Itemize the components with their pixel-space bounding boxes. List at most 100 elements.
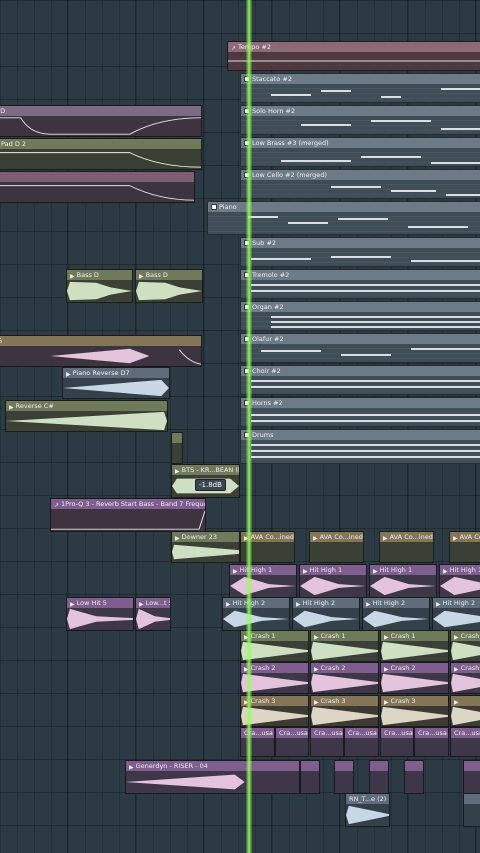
waveform bbox=[6, 411, 167, 431]
audio-clip-cra-usa[interactable]: Cra...usa bbox=[310, 727, 344, 757]
audio-clip-hit-high-1[interactable]: ▶ Hit High 1 bbox=[369, 564, 437, 598]
audio-icon: ▶ bbox=[139, 273, 144, 280]
automation-clip-15[interactable]: 15 bbox=[0, 335, 202, 367]
audio-clip[interactable] bbox=[300, 760, 320, 794]
pattern-clip-staccato[interactable]: Staccato #2 bbox=[240, 73, 480, 103]
audio-clip[interactable] bbox=[463, 760, 480, 794]
tempo-automation-clip[interactable]: ↗ Tempo #2 bbox=[227, 41, 480, 71]
clip-label: AVA Co...ined 1 bbox=[250, 533, 294, 541]
clip-label: Cra...usa bbox=[314, 729, 343, 737]
playhead-marker[interactable] bbox=[246, 0, 252, 853]
waveform bbox=[136, 608, 170, 630]
waveform bbox=[451, 641, 480, 661]
clip-label: Crash 3 bbox=[320, 697, 346, 705]
audio-clip-downer[interactable]: ▶ Downer 23 bbox=[171, 531, 240, 563]
clip-label: Crash 2 bbox=[250, 664, 276, 672]
audio-clip-crash-2[interactable]: ▶Crash 2 bbox=[380, 662, 449, 694]
pattern-clip-choir[interactable]: Choir #2 bbox=[240, 365, 480, 395]
clip-label: Crash 2 bbox=[320, 664, 346, 672]
audio-clip-crash-1[interactable]: ▶Crash 1 bbox=[380, 630, 449, 662]
audio-clip-bass-d[interactable]: ▶ Bass D bbox=[66, 269, 133, 303]
playlist-area[interactable]: ↗ Tempo #2 Staccato #2 Solo Horn #2 Low B… bbox=[0, 0, 480, 853]
audio-clip-cra-usa[interactable]: Cra...usa bbox=[275, 727, 309, 757]
pattern-clip-tremolo[interactable]: Tremolo #2 bbox=[240, 269, 480, 299]
pattern-clip-solo-horn[interactable]: Solo Horn #2 bbox=[240, 105, 480, 135]
clip-label: Downer 23 bbox=[181, 533, 218, 541]
automation-icon: ↗ bbox=[231, 45, 237, 52]
pattern-clip-organ[interactable]: Organ #2 bbox=[240, 301, 480, 331]
audio-clip-rn[interactable]: RN_T...e (2) bbox=[345, 793, 390, 827]
clip-label: Bass D bbox=[76, 271, 99, 279]
pattern-icon bbox=[211, 204, 217, 210]
audio-icon: ▶ bbox=[384, 634, 389, 641]
audio-clip[interactable] bbox=[369, 760, 389, 794]
pattern-clip-sub[interactable]: Sub #2 bbox=[240, 237, 480, 267]
audio-clip-hit-high-1[interactable]: ▶ Hit High 1 bbox=[229, 564, 297, 598]
audio-clip[interactable] bbox=[404, 760, 424, 794]
audio-clip[interactable] bbox=[463, 793, 480, 827]
clip-label: Cra...usa bbox=[348, 729, 377, 737]
clip-label: Hit High 2 bbox=[302, 599, 336, 607]
audio-clip[interactable] bbox=[171, 432, 183, 464]
automation-clip[interactable] bbox=[0, 171, 195, 203]
audio-clip-low-hit-5[interactable]: ▶Low...t 5 bbox=[135, 597, 171, 631]
audio-clip-low-hit-5[interactable]: ▶ Low Hit 5 bbox=[66, 597, 134, 631]
audio-clip-cra-usa[interactable]: Cra...usa bbox=[380, 727, 414, 757]
audio-clip-ava[interactable]: ▶AVA Co...ined 1 bbox=[449, 531, 480, 563]
clip-label: Piano Reverse D7 bbox=[72, 369, 130, 377]
waveform bbox=[440, 576, 480, 596]
audio-clip-hit-high-2[interactable]: ▶Hit High 2 bbox=[432, 597, 480, 631]
audio-clip-bass-d[interactable]: ▶ Bass D bbox=[135, 269, 203, 303]
audio-clip-ava[interactable]: ▶AVA Co...ined 1 bbox=[309, 531, 364, 563]
clip-label: Cra...usa bbox=[384, 729, 413, 737]
waveform bbox=[451, 673, 480, 693]
waveform bbox=[311, 673, 378, 693]
audio-clip-riser[interactable]: ▶ Generdyn - RISER - 04 bbox=[125, 760, 300, 794]
audio-clip-crash-3[interactable]: ▶ bbox=[450, 695, 480, 727]
audio-clip-hit-high-2[interactable]: ▶Hit High 2 bbox=[222, 597, 290, 631]
audio-icon: ▶ bbox=[454, 666, 459, 673]
automation-clip-proq[interactable]: ↗ 1Pro-Q 3 - Reverb Start Bass - Band 7 F… bbox=[50, 498, 206, 532]
audio-icon: ▶ bbox=[175, 468, 180, 475]
clip-label: Piano bbox=[219, 203, 237, 211]
audio-clip-crash-2[interactable]: ▶Crash 2 bbox=[450, 662, 480, 694]
audio-clip-crash-3[interactable]: ▶Crash 3 bbox=[380, 695, 449, 727]
waveform bbox=[230, 576, 296, 596]
pattern-clip-horns[interactable]: Horns #2 bbox=[240, 397, 480, 427]
waveform bbox=[136, 281, 202, 301]
audio-icon: ▶ bbox=[436, 601, 441, 608]
audio-clip-cra-usa[interactable]: Cra...usa bbox=[344, 727, 379, 757]
audio-clip-hit-high-1[interactable]: ▶ Hit High 1 bbox=[299, 564, 367, 598]
pattern-clip-olafur[interactable]: Olafur #2 bbox=[240, 333, 480, 363]
waveform bbox=[126, 774, 245, 790]
audio-clip-crash-1[interactable]: ▶Crash 1 bbox=[450, 630, 480, 662]
pattern-clip-drums[interactable]: Drums bbox=[240, 429, 480, 464]
clip-label: AVA Co...ined 1 bbox=[389, 533, 433, 541]
audio-clip-crash-3[interactable]: ▶Crash 3 bbox=[310, 695, 379, 727]
clip-label: Choir #2 bbox=[252, 367, 281, 375]
audio-clip-crash-2[interactable]: ▶Crash 2 bbox=[310, 662, 379, 694]
audio-clip-cra-usa[interactable]: Cra...usa bbox=[414, 727, 449, 757]
waveform bbox=[50, 348, 201, 365]
clip-label: RN_T...e (2) bbox=[349, 795, 387, 803]
audio-clip-piano-reverse[interactable]: ▶ Piano Reverse D7 bbox=[62, 367, 170, 399]
automation-clip-pad-d2[interactable]: ↗Pad D 2 bbox=[0, 138, 202, 170]
waveform bbox=[63, 379, 169, 397]
automation-curve bbox=[228, 60, 480, 62]
audio-clip-hit-high-2[interactable]: ▶Hit High 2 bbox=[292, 597, 360, 631]
audio-clip-crash-1[interactable]: ▶Crash 1 bbox=[310, 630, 379, 662]
pattern-clip-low-brass[interactable]: Low Brass #3 (merged) bbox=[240, 137, 480, 167]
audio-clip-hit-high-2[interactable]: ▶Hit High 2 bbox=[362, 597, 430, 631]
pattern-clip-low-cello[interactable]: Low Cello #2 (merged) bbox=[240, 169, 480, 199]
waveform bbox=[346, 805, 389, 825]
audio-icon: ▶ bbox=[454, 634, 459, 641]
audio-clip-reverse-c-sharp[interactable]: ▶ Reverse C# bbox=[5, 400, 168, 432]
automation-curve bbox=[51, 510, 205, 530]
audio-clip-hit-high-1[interactable]: ▶ Hit High 1 bbox=[439, 564, 480, 598]
audio-clip-ava[interactable]: ▶AVA Co...ined 1 bbox=[379, 531, 434, 563]
waveform bbox=[67, 281, 132, 301]
audio-icon: ▶ bbox=[66, 371, 71, 378]
automation-clip-pad-d[interactable]: d D bbox=[0, 105, 202, 137]
audio-clip[interactable] bbox=[334, 760, 354, 794]
audio-clip-cra-usa[interactable]: Cra...usa bbox=[450, 727, 480, 757]
